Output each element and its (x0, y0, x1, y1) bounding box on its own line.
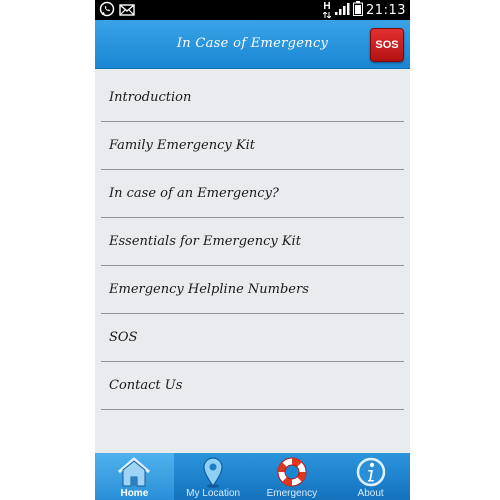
menu-item-in-case-of-emergency[interactable]: In case of an Emergency? (101, 170, 404, 218)
tab-emergency-label: Emergency (266, 488, 318, 499)
menu-item-label: Family Emergency Kit (109, 138, 255, 153)
location-pin-icon (195, 455, 231, 489)
menu-item-label: Introduction (109, 90, 192, 105)
signal-icon (334, 1, 350, 20)
menu-item-label: SOS (109, 330, 138, 345)
whatsapp-icon (99, 1, 115, 21)
action-bar: In Case of Emergency SOS (95, 20, 410, 69)
tab-home-label: Home (120, 488, 149, 499)
menu-item-essentials-for-emergency-kit[interactable]: Essentials for Emergency Kit (101, 218, 404, 266)
phone-screen: H 21:13 In Case of Emergency SOS Introdu… (95, 0, 410, 500)
app-title: In Case of Emergency (176, 36, 329, 51)
menu-item-label: In case of an Emergency? (109, 186, 279, 201)
home-icon (116, 455, 152, 489)
menu-item-label: Contact Us (109, 378, 183, 393)
tab-emergency[interactable]: Emergency (253, 453, 332, 500)
tab-my-location[interactable]: My Location (174, 453, 253, 500)
tab-about-label: About (357, 488, 384, 499)
menu-item-family-emergency-kit[interactable]: Family Emergency Kit (101, 122, 404, 170)
menu-item-label: Essentials for Emergency Kit (109, 234, 301, 249)
network-h-icon: H (323, 1, 332, 18)
lifebuoy-icon (274, 455, 310, 489)
menu-item-sos[interactable]: SOS (101, 314, 404, 362)
menu-list: Introduction Family Emergency Kit In cas… (95, 74, 410, 410)
mail-icon (119, 2, 135, 21)
menu-item-label: Emergency Helpline Numbers (109, 282, 309, 297)
tab-about[interactable]: About (331, 453, 410, 500)
bottom-nav: Home My Location Emergency About (95, 453, 410, 500)
network-type-label: H (323, 1, 331, 12)
menu-item-emergency-helpline-numbers[interactable]: Emergency Helpline Numbers (101, 266, 404, 314)
battery-icon (353, 0, 364, 20)
menu-item-contact-us[interactable]: Contact Us (101, 362, 404, 410)
tab-my-location-label: My Location (186, 488, 241, 499)
sos-button[interactable]: SOS (370, 28, 404, 62)
status-clock: 21:13 (366, 2, 406, 18)
menu-item-introduction[interactable]: Introduction (101, 74, 404, 122)
info-icon (353, 455, 389, 489)
tab-home[interactable]: Home (95, 453, 174, 500)
status-bar: H 21:13 (95, 0, 410, 20)
